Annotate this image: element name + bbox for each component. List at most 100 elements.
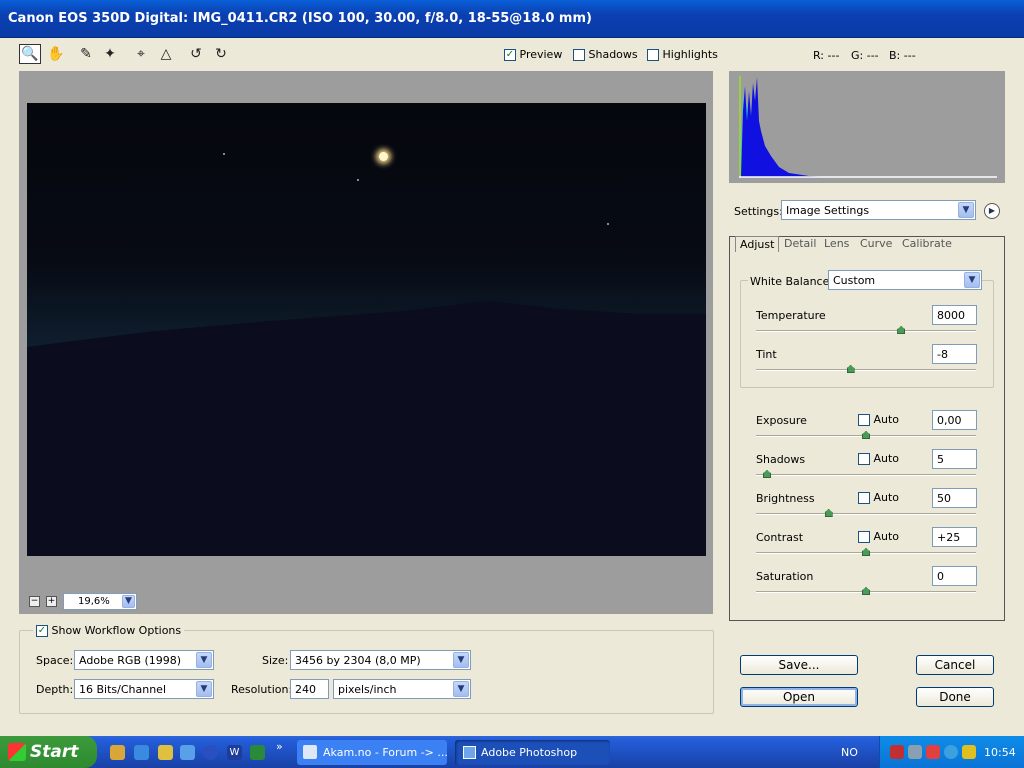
rgb-readout-r: R: --- [813, 49, 840, 62]
media-player-icon[interactable] [203, 745, 218, 760]
start-button[interactable]: Start [0, 736, 97, 768]
chevron-down-icon[interactable]: ▼ [122, 595, 135, 608]
tab-detail[interactable]: Detail [780, 236, 820, 252]
contrast-auto[interactable]: Auto [858, 530, 899, 543]
zoom-select[interactable]: 19,6% ▼ [63, 593, 137, 610]
shadows-auto-check[interactable] [858, 453, 870, 465]
chevron-down-icon[interactable]: ▼ [453, 681, 469, 697]
brightness-auto[interactable]: Auto [858, 491, 899, 504]
white-balance-tool-icon[interactable]: ✎ [75, 44, 97, 64]
contrast-auto-label: Auto [873, 530, 900, 543]
workflow-toggle[interactable]: ✓ Show Workflow Options [33, 624, 185, 637]
shadows-auto[interactable]: Auto [858, 452, 899, 465]
chevron-down-icon[interactable]: ▼ [964, 272, 980, 288]
quicklaunch-icon[interactable] [180, 745, 195, 760]
resolution-input[interactable]: 240 [290, 679, 329, 699]
exposure-auto-check[interactable] [858, 414, 870, 426]
shadows-check[interactable] [573, 49, 585, 61]
brightness-auto-label: Auto [873, 491, 900, 504]
tint-slider[interactable] [756, 369, 976, 371]
space-select[interactable]: Adobe RGB (1998) ▼ [74, 650, 214, 670]
tray-icon[interactable] [890, 745, 904, 759]
taskbar-item-forum-label: Akam.no - Forum -> ... [323, 746, 447, 759]
highlights-checkbox[interactable]: Highlights [647, 48, 718, 61]
windows-logo-icon [8, 743, 26, 761]
zoom-tool-icon[interactable]: 🔍 [19, 44, 41, 64]
word-icon[interactable]: W [227, 745, 242, 760]
brightness-label: Brightness [756, 492, 815, 505]
open-button[interactable]: Open [740, 687, 858, 707]
settings-select[interactable]: Image Settings ▼ [781, 200, 976, 220]
internet-explorer-icon[interactable] [134, 745, 149, 760]
shadows-label: Shadows [588, 48, 638, 61]
chevron-down-icon[interactable]: ▼ [453, 652, 469, 668]
quicklaunch-overflow[interactable]: » [276, 740, 283, 753]
tint-input[interactable]: -8 [932, 344, 977, 364]
browser-icon [303, 745, 317, 759]
photo-preview[interactable] [27, 103, 706, 556]
tab-lens[interactable]: Lens [820, 236, 853, 252]
rotate-left-icon[interactable]: ↺ [185, 44, 207, 64]
settings-menu-icon[interactable]: ▶ [984, 203, 1000, 219]
tray-icon[interactable] [908, 745, 922, 759]
preview-check[interactable]: ✓ [504, 49, 516, 61]
language-indicator[interactable]: NO [841, 746, 858, 759]
taskbar-item-photoshop[interactable]: Adobe Photoshop [455, 740, 610, 765]
tab-curve[interactable]: Curve [856, 236, 896, 252]
highlights-check[interactable] [647, 49, 659, 61]
chevron-down-icon[interactable]: ▼ [958, 202, 974, 218]
tint-label: Tint [756, 348, 777, 361]
temperature-input[interactable]: 8000 [932, 305, 977, 325]
chevron-down-icon[interactable]: ▼ [196, 652, 212, 668]
contrast-input[interactable]: +25 [932, 527, 977, 547]
zoom-value: 19,6% [78, 596, 110, 607]
brightness-auto-check[interactable] [858, 492, 870, 504]
tab-calibrate[interactable]: Calibrate [898, 236, 956, 252]
save-button[interactable]: Save... [740, 655, 858, 675]
rotate-right-icon[interactable]: ↻ [210, 44, 232, 64]
hill-silhouette [27, 301, 706, 556]
temperature-slider[interactable] [756, 330, 976, 332]
saturation-label: Saturation [756, 570, 814, 583]
tab-adjust[interactable]: Adjust [735, 236, 780, 252]
color-sampler-tool-icon[interactable]: ✦ [99, 44, 121, 64]
excel-icon[interactable] [250, 745, 265, 760]
quicklaunch-icon[interactable] [110, 745, 125, 760]
zoom-out-button[interactable]: − [29, 596, 40, 607]
saturation-input[interactable]: 0 [932, 566, 977, 586]
rgb-readout-g: G: --- [851, 49, 879, 62]
quicklaunch-icon[interactable] [158, 745, 173, 760]
zoom-in-button[interactable]: + [46, 596, 57, 607]
exposure-label: Exposure [756, 414, 807, 427]
size-label: Size: [262, 654, 289, 667]
done-button[interactable]: Done [916, 687, 994, 707]
tray-icon[interactable] [962, 745, 976, 759]
brightness-slider[interactable] [756, 513, 976, 515]
tray-icon[interactable] [926, 745, 940, 759]
white-balance-select[interactable]: Custom ▼ [828, 270, 982, 290]
shadows-slider[interactable] [756, 474, 976, 476]
workflow-check[interactable]: ✓ [36, 625, 48, 637]
shadows-checkbox[interactable]: Shadows [573, 48, 638, 61]
window-title: Canon EOS 350D Digital: IMG_0411.CR2 (IS… [8, 11, 592, 26]
size-select[interactable]: 3456 by 2304 (8,0 MP) ▼ [290, 650, 471, 670]
depth-value: 16 Bits/Channel [79, 683, 167, 696]
exposure-input[interactable]: 0,00 [932, 410, 977, 430]
star [357, 179, 359, 181]
taskbar-item-forum[interactable]: Akam.no - Forum -> ... [297, 740, 447, 765]
preview-checkbox[interactable]: ✓ Preview [504, 48, 562, 61]
depth-select[interactable]: 16 Bits/Channel ▼ [74, 679, 214, 699]
window-titlebar[interactable]: Canon EOS 350D Digital: IMG_0411.CR2 (IS… [0, 0, 1024, 38]
tray-icon[interactable] [944, 745, 958, 759]
chevron-down-icon[interactable]: ▼ [196, 681, 212, 697]
contrast-auto-check[interactable] [858, 531, 870, 543]
crop-tool-icon[interactable]: ⌖ [130, 44, 152, 64]
depth-label: Depth: [36, 683, 74, 696]
resolution-unit-select[interactable]: pixels/inch ▼ [333, 679, 471, 699]
shadows-input[interactable]: 5 [932, 449, 977, 469]
brightness-input[interactable]: 50 [932, 488, 977, 508]
exposure-auto[interactable]: Auto [858, 413, 899, 426]
straighten-tool-icon[interactable]: △ [155, 44, 177, 64]
hand-tool-icon[interactable]: ✋ [45, 44, 67, 64]
cancel-button[interactable]: Cancel [916, 655, 994, 675]
